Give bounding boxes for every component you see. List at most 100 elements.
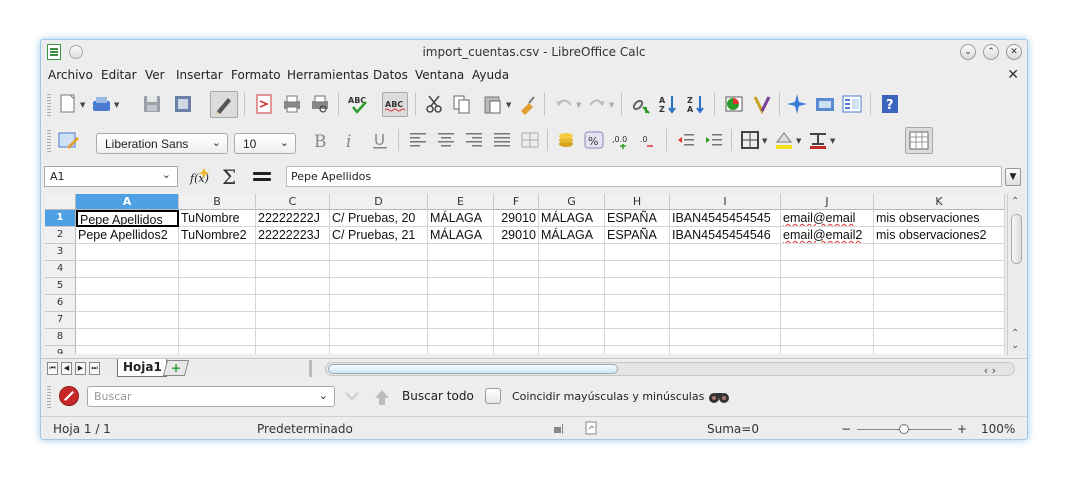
cell-e2[interactable]: MÁLAGA <box>428 227 494 244</box>
align-center-icon[interactable] <box>435 129 457 151</box>
cell-g4[interactable] <box>539 261 605 278</box>
cell-i2[interactable]: IBAN4545454546 <box>670 227 781 244</box>
cell-g7[interactable] <box>539 312 605 329</box>
menu-insertar[interactable]: Insertar <box>176 68 223 82</box>
cell-a5[interactable] <box>76 278 179 295</box>
paste-icon[interactable] <box>482 93 504 115</box>
cell-a7[interactable] <box>76 312 179 329</box>
cell-i5[interactable] <box>670 278 781 295</box>
select-all-corner[interactable] <box>45 194 76 210</box>
open-icon[interactable] <box>91 93 113 115</box>
cell-g1[interactable]: MÁLAGA <box>539 210 605 227</box>
export-direct-pdf-icon[interactable] <box>253 93 275 115</box>
column-header-j[interactable]: J <box>781 194 874 210</box>
column-header-e[interactable]: E <box>428 194 494 210</box>
row-header-1[interactable]: 1 <box>45 210 76 227</box>
cell-e6[interactable] <box>428 295 494 312</box>
row-header-7[interactable]: 7 <box>45 312 76 329</box>
document-modified-icon[interactable] <box>584 420 598 439</box>
zoom-level[interactable]: 100% <box>981 422 1015 436</box>
cut-icon[interactable] <box>423 93 445 115</box>
clone-formatting-icon[interactable] <box>517 93 539 115</box>
column-header-k[interactable]: K <box>874 194 1005 210</box>
tab-splitter[interactable] <box>309 360 312 377</box>
background-color-dropdown-arrow[interactable]: ▼ <box>796 137 801 145</box>
decrease-indent-icon[interactable] <box>675 129 697 151</box>
cell-c7[interactable] <box>256 312 330 329</box>
menu-ver[interactable]: Ver <box>145 68 165 82</box>
undo-dropdown-arrow[interactable]: ▼ <box>576 101 581 109</box>
sort-ascending-icon[interactable]: AZ <box>657 93 679 115</box>
cell-d1[interactable]: C/ Pruebas, 20 <box>330 210 428 227</box>
column-header-a[interactable]: A <box>76 194 179 210</box>
cell-d5[interactable] <box>330 278 428 295</box>
cell-b1[interactable]: TuNombre <box>179 210 256 227</box>
cell-g2[interactable]: MÁLAGA <box>539 227 605 244</box>
name-box[interactable]: A1 ⌄ <box>44 166 178 187</box>
cell-h2[interactable]: ESPAÑA <box>605 227 670 244</box>
row-header-3[interactable]: 3 <box>45 244 76 261</box>
find-all-button[interactable]: Buscar todo <box>402 389 474 403</box>
export-pdf-icon[interactable] <box>172 93 194 115</box>
border-color-dropdown-arrow[interactable]: ▼ <box>830 137 835 145</box>
bold-icon[interactable]: B <box>309 129 331 152</box>
cell-e1[interactable]: MÁLAGA <box>428 210 494 227</box>
close-find-bar-icon[interactable] <box>59 386 79 406</box>
column-header-b[interactable]: B <box>179 194 256 210</box>
merge-cells-icon[interactable] <box>519 129 541 151</box>
align-right-icon[interactable] <box>463 129 485 151</box>
column-header-h[interactable]: H <box>605 194 670 210</box>
cell-g9[interactable] <box>539 346 605 354</box>
undo-icon[interactable] <box>553 93 575 115</box>
search-input[interactable]: Buscar ⌄ <box>87 386 335 407</box>
close-document-icon[interactable]: ✕ <box>1007 67 1019 83</box>
cell-a8[interactable] <box>76 329 179 346</box>
row-header-8[interactable]: 8 <box>45 329 76 346</box>
cell-e5[interactable] <box>428 278 494 295</box>
cell-e8[interactable] <box>428 329 494 346</box>
cell-f3[interactable] <box>494 244 539 261</box>
cell-g5[interactable] <box>539 278 605 295</box>
hyperlink-icon[interactable] <box>629 93 651 115</box>
cell-j5[interactable] <box>781 278 874 295</box>
gridlines-toggle-icon[interactable] <box>905 127 933 154</box>
cell-i4[interactable] <box>670 261 781 278</box>
horizontal-scrollbar[interactable]: ‹ › <box>325 362 1015 377</box>
cell-j1[interactable]: email@email <box>781 210 874 227</box>
menu-ayuda[interactable]: Ayuda <box>472 68 509 82</box>
cell-d3[interactable] <box>330 244 428 261</box>
cell-i6[interactable] <box>670 295 781 312</box>
cell-i9[interactable] <box>670 346 781 354</box>
percent-format-icon[interactable]: % <box>583 129 605 151</box>
add-sheet-button[interactable]: + <box>162 360 190 376</box>
first-sheet-icon[interactable]: ⏮ <box>47 362 58 375</box>
cell-f8[interactable] <box>494 329 539 346</box>
cell-k2[interactable]: mis observaciones2 <box>874 227 1005 244</box>
delete-decimal-icon[interactable]: .0 <box>639 129 661 151</box>
cell-c9[interactable] <box>256 346 330 354</box>
toolbar-grip[interactable] <box>47 92 51 116</box>
column-header-g[interactable]: G <box>539 194 605 210</box>
copy-icon[interactable] <box>451 93 473 115</box>
cell-a2[interactable]: Pepe Apellidos2 <box>76 227 179 244</box>
cell-k3[interactable] <box>874 244 1005 261</box>
zoom-out-icon[interactable]: − <box>841 422 851 436</box>
redo-icon[interactable] <box>586 93 608 115</box>
cell-b9[interactable] <box>179 346 256 354</box>
cell-e9[interactable] <box>428 346 494 354</box>
edit-mode-icon[interactable] <box>210 91 238 118</box>
close-window-button[interactable]: ✕ <box>1006 44 1022 60</box>
prev-sheet-icon[interactable]: ◀ <box>61 362 72 375</box>
cell-f7[interactable] <box>494 312 539 329</box>
scroll-up-icon[interactable]: ⌃ <box>1011 196 1019 207</box>
cell-b6[interactable] <box>179 295 256 312</box>
print-preview-icon[interactable] <box>309 93 331 115</box>
new-document-icon[interactable] <box>57 93 79 115</box>
cell-k1[interactable]: mis observaciones <box>874 210 1005 227</box>
cell-j8[interactable] <box>781 329 874 346</box>
zoom-slider-knob[interactable] <box>899 424 909 434</box>
cell-f1[interactable]: 29010 <box>494 210 539 227</box>
cell-a9[interactable] <box>76 346 179 354</box>
selection-sum[interactable]: Suma=0 <box>707 422 759 436</box>
cell-e7[interactable] <box>428 312 494 329</box>
